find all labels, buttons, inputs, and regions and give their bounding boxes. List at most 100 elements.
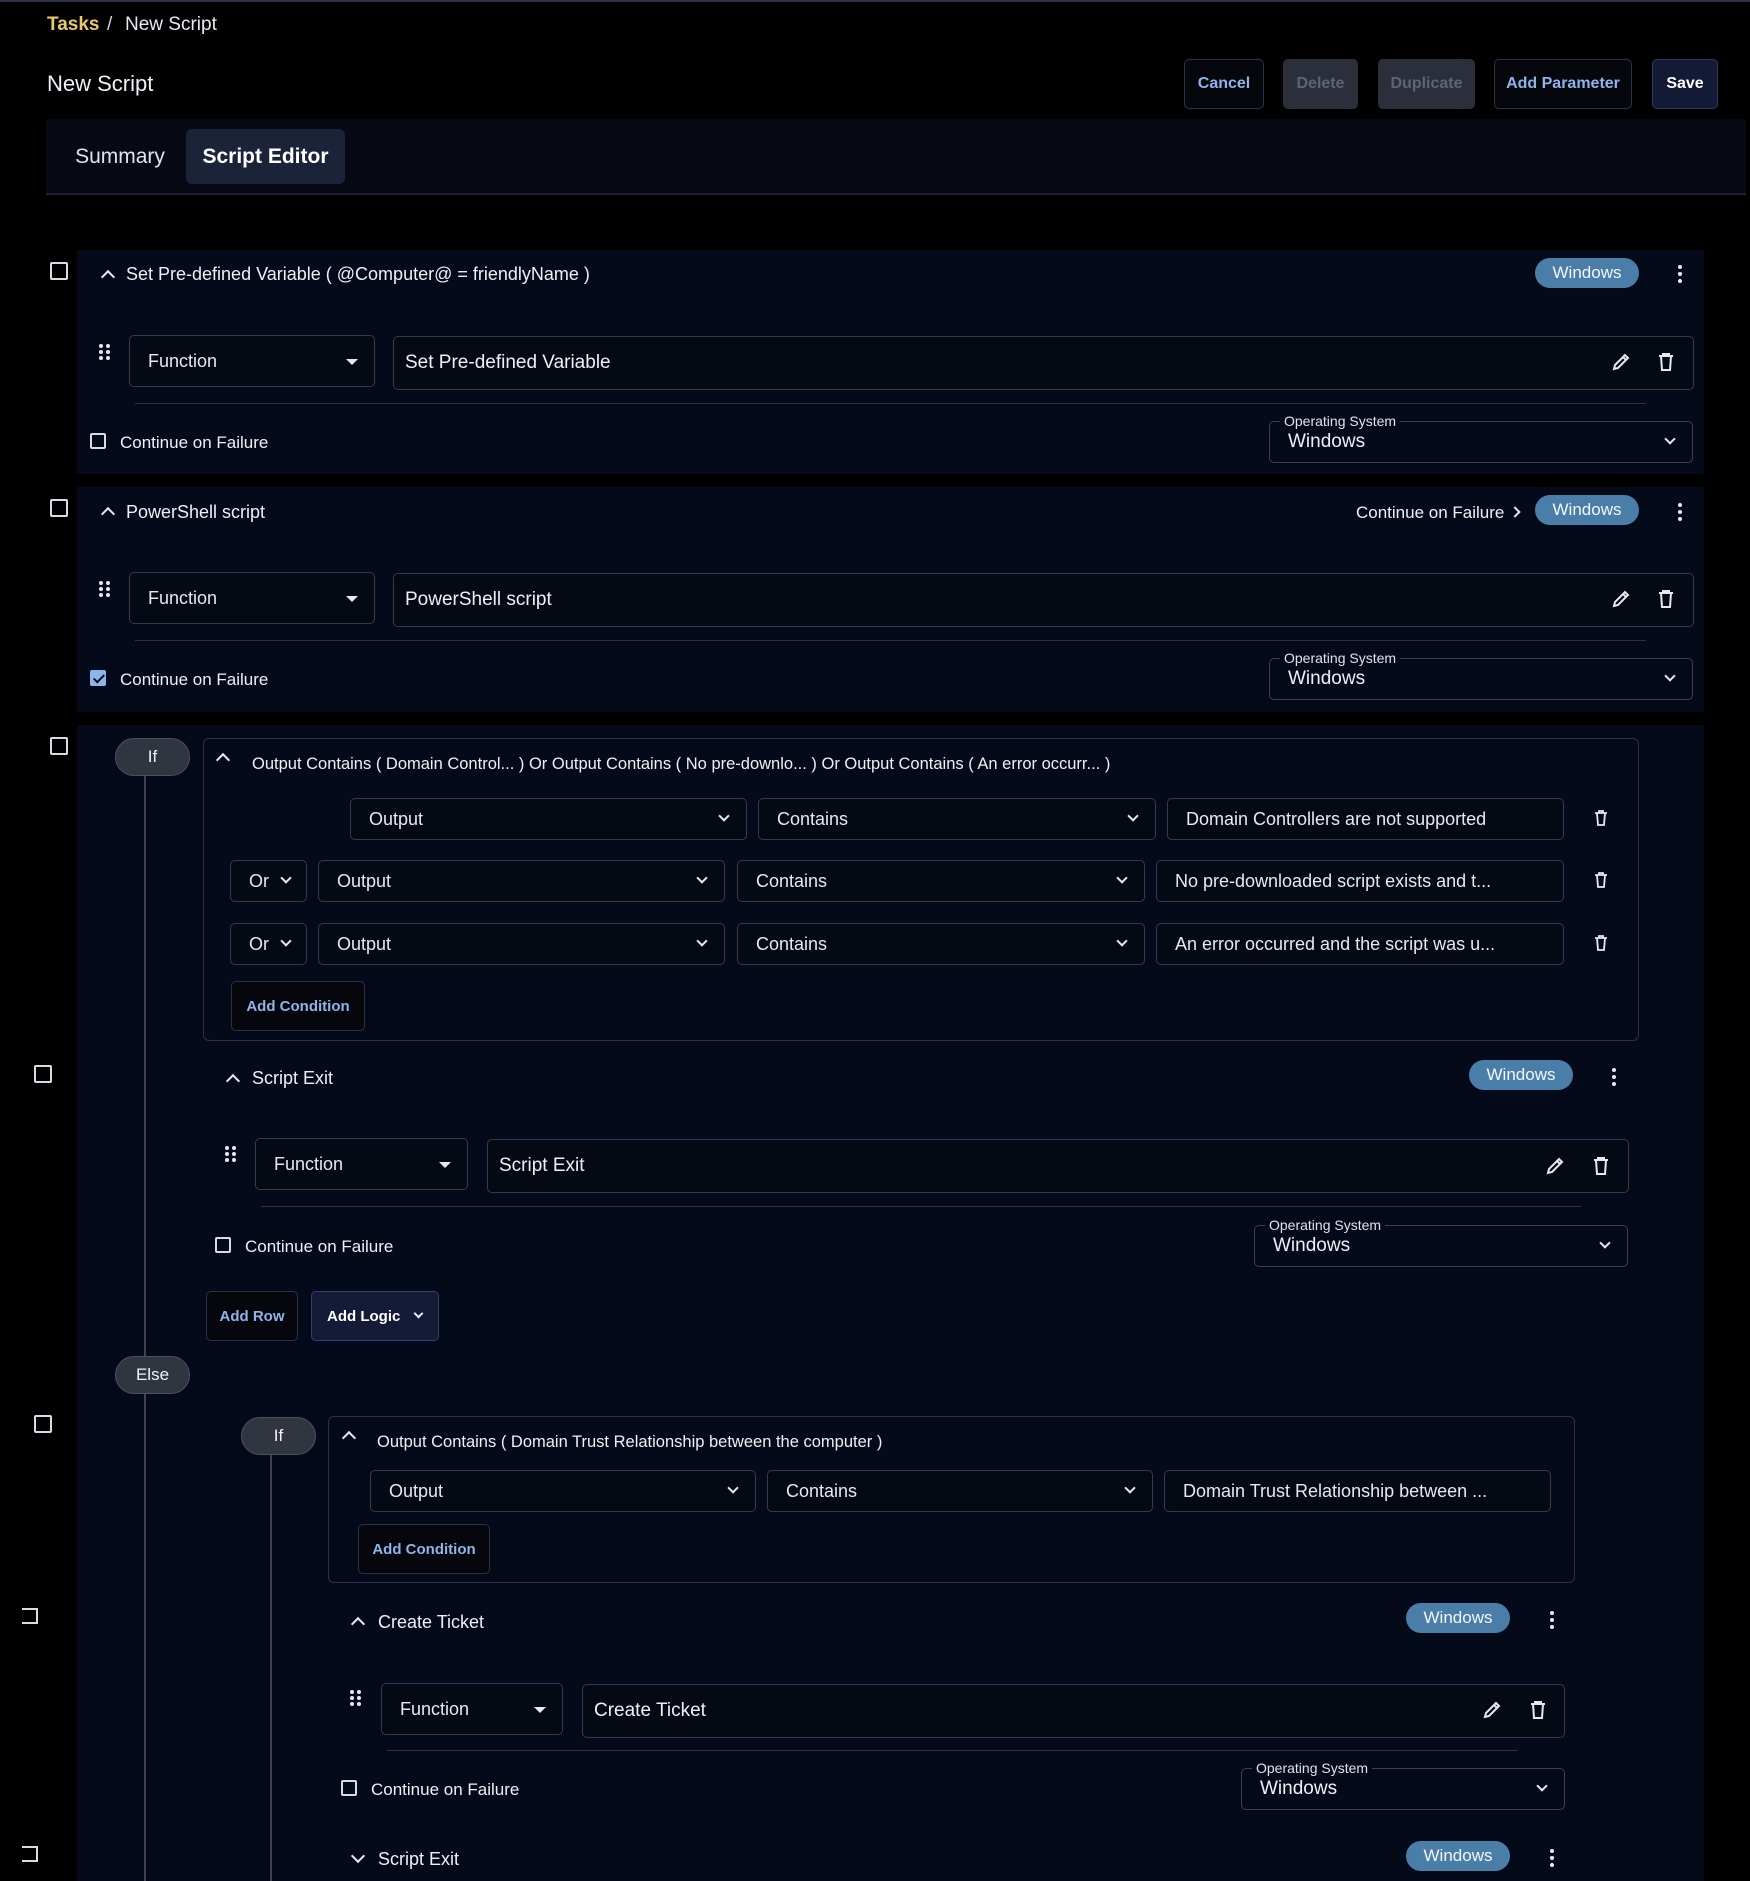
condition-field-select[interactable]: Output — [370, 1470, 756, 1512]
row-select-checkbox-icon[interactable] — [50, 737, 68, 755]
step-type-value: Function — [148, 350, 218, 371]
function-value: PowerShell script — [405, 589, 552, 610]
step-title: PowerShell script — [126, 502, 266, 522]
operating-system-legend: Operating System — [1280, 650, 1401, 666]
kebab-menu-icon[interactable] — [1550, 1611, 1554, 1632]
step-title: Create Ticket — [378, 1612, 485, 1632]
tab-summary[interactable]: Summary — [56, 129, 184, 184]
trash-icon[interactable] — [1657, 589, 1675, 609]
add-row-button[interactable]: Add Row — [206, 1291, 298, 1341]
step-type-value: Function — [274, 1153, 344, 1174]
chevron-down-icon — [1116, 935, 1128, 947]
cancel-button[interactable]: Cancel — [1184, 59, 1264, 109]
pencil-icon[interactable] — [1611, 352, 1631, 372]
operating-system-select[interactable]: Operating System Windows — [1254, 1217, 1628, 1267]
condition-field-select[interactable]: Output — [350, 798, 747, 840]
step-title: Script Exit — [252, 1068, 334, 1088]
divider — [135, 403, 1646, 404]
kebab-menu-icon[interactable] — [1678, 503, 1682, 524]
top-border — [0, 0, 1750, 2]
function-field[interactable]: PowerShell script — [393, 573, 1694, 627]
operating-system-legend: Operating System — [1265, 1217, 1386, 1233]
divider — [135, 640, 1646, 641]
nested-if-label: If — [241, 1417, 316, 1455]
caret-down-icon — [439, 1162, 451, 1168]
condition-comparison-select[interactable]: Contains — [767, 1470, 1153, 1512]
operating-system-value: Windows — [1288, 431, 1366, 452]
function-field[interactable]: Script Exit — [487, 1139, 1629, 1193]
condition-comparison-value: Contains — [756, 933, 828, 954]
trash-icon[interactable] — [1594, 935, 1608, 952]
continue-on-failure-checkbox-icon[interactable] — [341, 1780, 357, 1796]
condition-field-select[interactable]: Output — [318, 860, 725, 902]
chevron-down-icon — [413, 1308, 424, 1319]
add-logic-label: Add Logic — [327, 1307, 401, 1325]
trash-icon[interactable] — [1594, 872, 1608, 889]
row-select-checkbox-icon[interactable] — [50, 499, 68, 517]
row-select-checkbox-icon[interactable] — [34, 1415, 52, 1433]
add-logic-button[interactable]: Add Logic — [311, 1291, 439, 1341]
else-label: Else — [115, 1356, 190, 1394]
drag-handle-icon[interactable] — [99, 581, 111, 597]
operating-system-select[interactable]: Operating System Windows — [1269, 413, 1693, 463]
save-button[interactable]: Save — [1652, 59, 1718, 109]
continue-on-failure-checkbox-icon[interactable] — [215, 1237, 231, 1253]
breadcrumb-tasks-link[interactable]: Tasks — [47, 14, 99, 36]
operating-system-legend: Operating System — [1280, 413, 1401, 429]
row-select-checkbox-icon[interactable] — [22, 1846, 38, 1862]
kebab-menu-icon[interactable] — [1678, 265, 1682, 286]
condition-value-input[interactable]: No pre-downloaded script exists and t... — [1156, 860, 1564, 902]
logic-operator-select[interactable]: Or — [230, 923, 307, 965]
step-type-value: Function — [148, 587, 218, 608]
kebab-menu-icon[interactable] — [1612, 1068, 1616, 1089]
operating-system-select[interactable]: Operating System Windows — [1269, 650, 1693, 700]
continue-on-failure-checkbox-icon[interactable] — [90, 670, 106, 686]
continue-on-failure-label: Continue on Failure — [245, 1237, 394, 1256]
row-select-checkbox-icon[interactable] — [50, 262, 68, 280]
chevron-down-icon — [1664, 670, 1676, 682]
row-select-checkbox-icon[interactable] — [22, 1608, 38, 1624]
trash-icon[interactable] — [1657, 352, 1675, 372]
condition-value-input[interactable]: Domain Controllers are not supported — [1167, 798, 1564, 840]
logic-operator-value: Or — [249, 933, 269, 954]
duplicate-button[interactable]: Duplicate — [1378, 59, 1475, 109]
step-type-select[interactable]: Function — [129, 335, 375, 387]
condition-comparison-select[interactable]: Contains — [737, 860, 1145, 902]
pencil-icon[interactable] — [1545, 1156, 1565, 1176]
function-field[interactable]: Set Pre-defined Variable — [393, 336, 1694, 390]
trash-icon[interactable] — [1594, 810, 1608, 827]
function-value: Create Ticket — [594, 1700, 706, 1721]
logic-operator-select[interactable]: Or — [230, 860, 307, 902]
operating-system-select[interactable]: Operating System Windows — [1241, 1760, 1565, 1810]
row-select-checkbox-icon[interactable] — [34, 1065, 52, 1083]
add-condition-button[interactable]: Add Condition — [231, 981, 365, 1031]
operating-system-value: Windows — [1288, 668, 1366, 689]
continue-on-failure-checkbox-icon[interactable] — [90, 433, 106, 449]
condition-comparison-select[interactable]: Contains — [758, 798, 1156, 840]
tab-script-editor[interactable]: Script Editor — [186, 129, 345, 184]
os-badge: Windows — [1406, 1603, 1510, 1633]
condition-field-select[interactable]: Output — [318, 923, 725, 965]
chevron-down-icon — [1124, 1482, 1136, 1494]
condition-comparison-select[interactable]: Contains — [737, 923, 1145, 965]
trash-icon[interactable] — [1529, 1700, 1547, 1720]
drag-handle-icon[interactable] — [99, 344, 111, 360]
if-label: If — [115, 738, 190, 776]
condition-value: An error occurred and the script was u..… — [1175, 933, 1496, 954]
chevron-down-icon — [1599, 1237, 1611, 1249]
function-field[interactable]: Create Ticket — [582, 1684, 1565, 1738]
step-type-select[interactable]: Function — [255, 1138, 468, 1190]
add-condition-button[interactable]: Add Condition — [358, 1524, 490, 1574]
pencil-icon[interactable] — [1482, 1700, 1502, 1720]
step-type-select[interactable]: Function — [129, 572, 375, 624]
kebab-menu-icon[interactable] — [1550, 1849, 1554, 1870]
step-type-select[interactable]: Function — [381, 1683, 563, 1735]
drag-handle-icon[interactable] — [225, 1146, 237, 1162]
condition-value-input[interactable]: Domain Trust Relationship between ... — [1164, 1470, 1551, 1512]
pencil-icon[interactable] — [1611, 589, 1631, 609]
drag-handle-icon[interactable] — [350, 1690, 362, 1706]
delete-button[interactable]: Delete — [1283, 59, 1358, 109]
trash-icon[interactable] — [1592, 1156, 1610, 1176]
condition-value-input[interactable]: An error occurred and the script was u..… — [1156, 923, 1564, 965]
add-parameter-button[interactable]: Add Parameter — [1494, 59, 1632, 109]
